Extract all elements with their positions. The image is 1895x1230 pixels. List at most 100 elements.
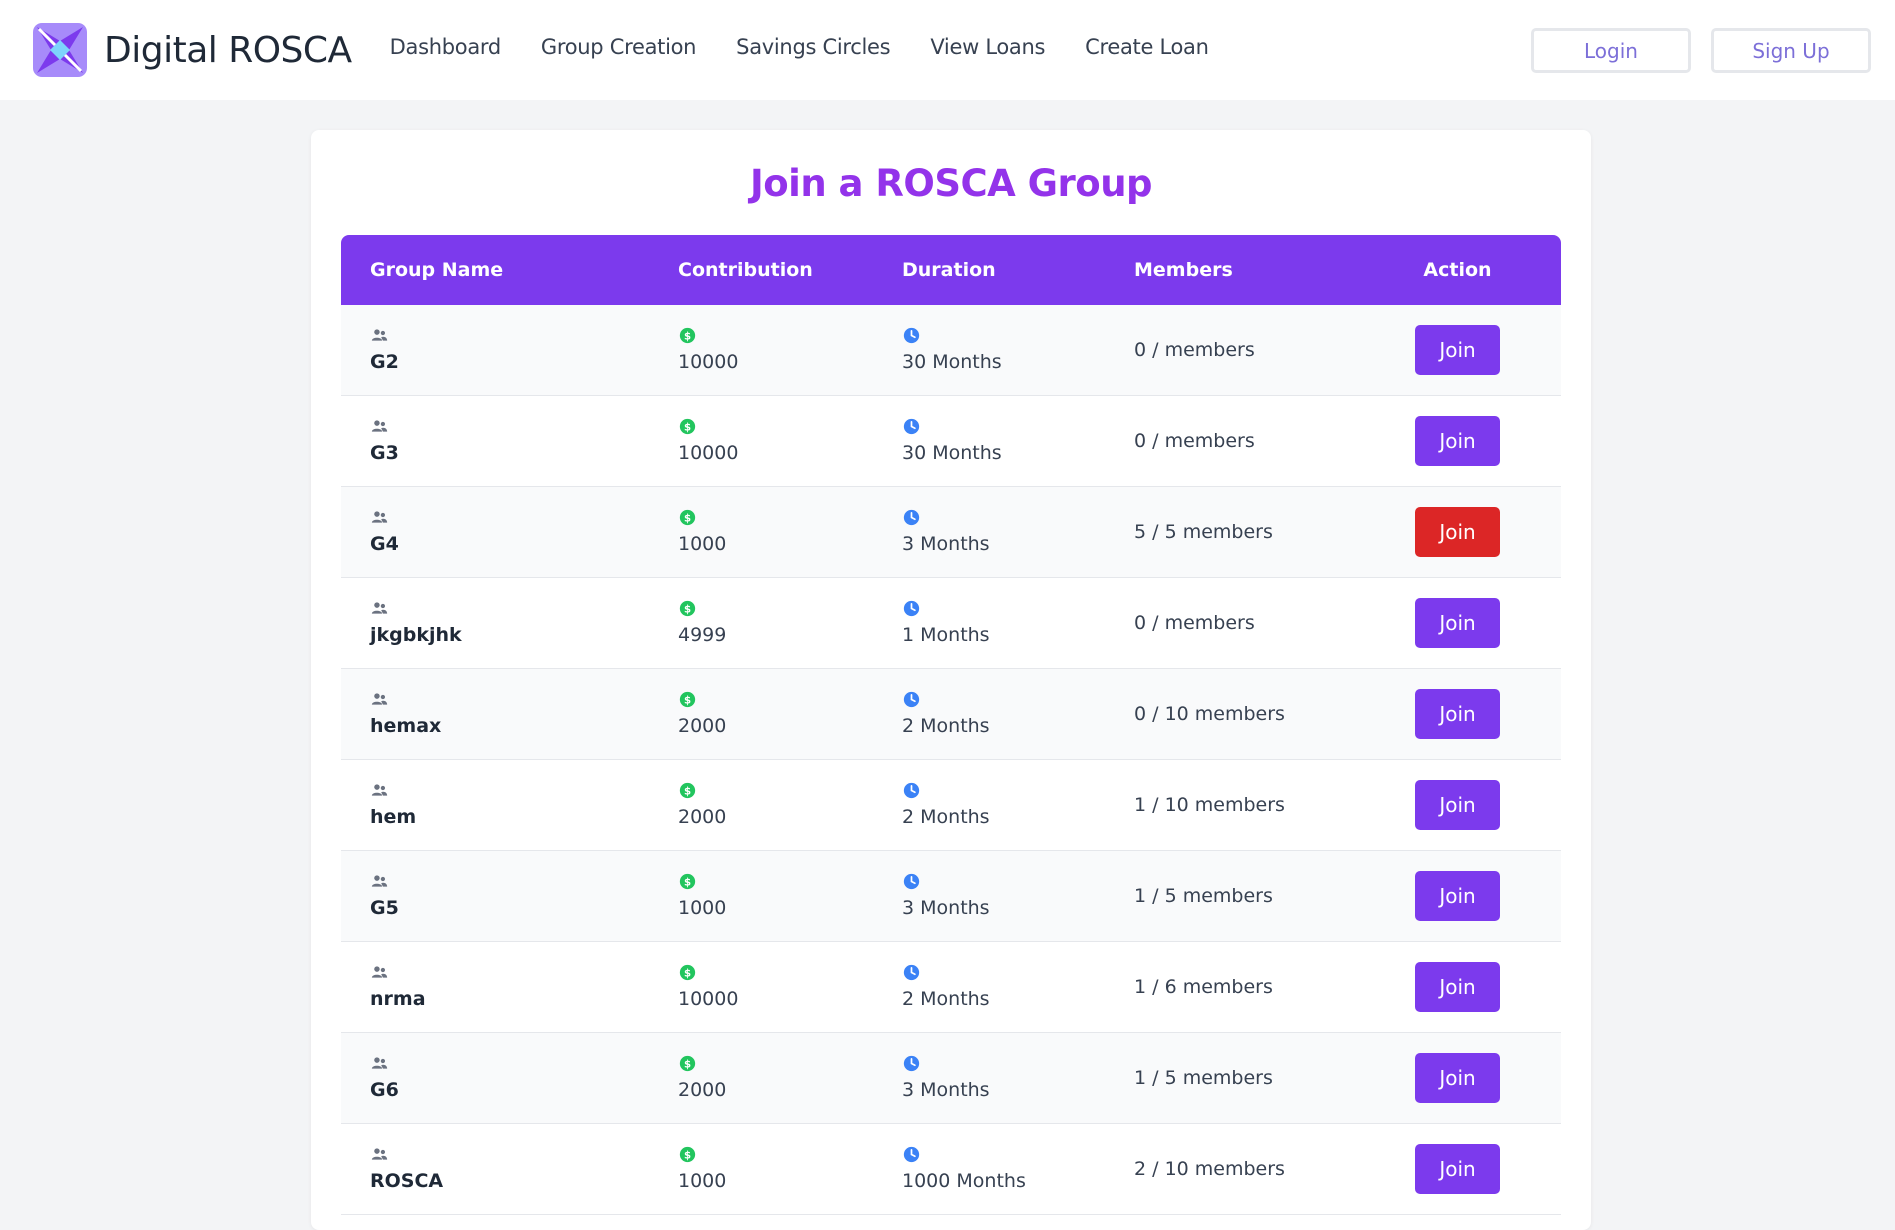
dollar-icon: $: [679, 782, 696, 799]
nav-dashboard[interactable]: Dashboard: [390, 35, 502, 59]
action-cell: Join: [1354, 1053, 1561, 1103]
members-value: 1 / 6 members: [1134, 976, 1273, 998]
header-members: Members: [1134, 259, 1233, 281]
brand-name: Digital ROSCA: [104, 29, 352, 71]
group-name-cell: G4: [341, 509, 678, 555]
svg-text:$: $: [684, 877, 691, 888]
group-name: nrma: [370, 988, 426, 1010]
action-cell: Join: [1354, 416, 1561, 466]
group-name-cell: nrma: [341, 964, 678, 1010]
dollar-icon: $: [679, 327, 696, 344]
duration-value: 2 Months: [902, 806, 990, 828]
table-row: hem $ 2000 2 Months 1 / 10 members Join: [341, 760, 1561, 851]
contribution-cell: $ 1000: [678, 1146, 902, 1192]
join-button[interactable]: Join: [1415, 325, 1500, 375]
group-name: G3: [370, 442, 399, 464]
table-row: G4 $ 1000 3 Months 5 / 5 members Join: [341, 487, 1561, 578]
group-name: ROSCA: [370, 1170, 444, 1192]
header-group-name: Group Name: [370, 259, 504, 281]
dollar-icon: $: [679, 509, 696, 526]
logo-icon: [33, 23, 87, 77]
users-icon: [371, 691, 388, 708]
group-name: G4: [370, 533, 399, 555]
nav-group-creation[interactable]: Group Creation: [541, 35, 697, 59]
duration-cell: 2 Months: [902, 691, 1134, 737]
users-icon: [371, 782, 388, 799]
duration-cell: 2 Months: [902, 964, 1134, 1010]
duration-value: 30 Months: [902, 442, 1002, 464]
members-value: 1 / 5 members: [1134, 885, 1273, 907]
nav-view-loans[interactable]: View Loans: [930, 35, 1045, 59]
group-name-cell: G2: [341, 327, 678, 373]
svg-text:$: $: [684, 968, 691, 979]
table-body: G2 $ 10000 30 Months 0 / members Join G3…: [341, 305, 1561, 1215]
users-icon: [371, 964, 388, 981]
duration-value: 3 Months: [902, 533, 990, 555]
users-icon: [371, 1146, 388, 1163]
users-icon: [371, 509, 388, 526]
action-cell: Join: [1354, 780, 1561, 830]
join-button[interactable]: Join: [1415, 416, 1500, 466]
brand[interactable]: Digital ROSCA: [31, 21, 352, 79]
clock-icon: [903, 418, 920, 435]
contribution-cell: $ 10000: [678, 327, 902, 373]
join-button[interactable]: Join: [1415, 780, 1500, 830]
join-button[interactable]: Join: [1415, 871, 1500, 921]
page-title: Join a ROSCA Group: [749, 162, 1153, 205]
dollar-icon: $: [679, 1055, 696, 1072]
login-button[interactable]: Login: [1531, 28, 1691, 73]
contribution-value: 1000: [678, 1170, 727, 1192]
members-value: 1 / 10 members: [1134, 794, 1285, 816]
navbar: Digital ROSCA Dashboard Group Creation S…: [0, 0, 1895, 100]
group-name: G6: [370, 1079, 399, 1101]
join-button[interactable]: Join: [1415, 1144, 1500, 1194]
contribution-cell: $ 2000: [678, 691, 902, 737]
header-duration: Duration: [902, 259, 996, 281]
contribution-value: 10000: [678, 351, 739, 373]
join-button[interactable]: Join: [1415, 962, 1500, 1012]
contribution-value: 4999: [678, 624, 727, 646]
dollar-icon: $: [679, 600, 696, 617]
members-value: 1 / 5 members: [1134, 1067, 1273, 1089]
duration-cell: 3 Months: [902, 873, 1134, 919]
join-button[interactable]: Join: [1415, 598, 1500, 648]
groups-table: Group Name Contribution Duration Members…: [341, 235, 1561, 1215]
clock-icon: [903, 964, 920, 981]
contribution-value: 2000: [678, 806, 727, 828]
join-button[interactable]: Join: [1415, 507, 1500, 557]
members-value: 0 / 10 members: [1134, 703, 1285, 725]
clock-icon: [903, 509, 920, 526]
table-row: G2 $ 10000 30 Months 0 / members Join: [341, 305, 1561, 396]
join-button[interactable]: Join: [1415, 689, 1500, 739]
duration-cell: 3 Months: [902, 1055, 1134, 1101]
clock-icon: [903, 691, 920, 708]
contribution-value: 2000: [678, 1079, 727, 1101]
duration-cell: 1 Months: [902, 600, 1134, 646]
nav-create-loan[interactable]: Create Loan: [1085, 35, 1209, 59]
clock-icon: [903, 782, 920, 799]
group-name: hemax: [370, 715, 442, 737]
contribution-value: 10000: [678, 442, 739, 464]
group-name: G2: [370, 351, 399, 373]
users-icon: [371, 600, 388, 617]
contribution-value: 10000: [678, 988, 739, 1010]
duration-value: 1 Months: [902, 624, 990, 646]
nav-savings-circles[interactable]: Savings Circles: [736, 35, 890, 59]
group-name-cell: G3: [341, 418, 678, 464]
signup-button[interactable]: Sign Up: [1711, 28, 1871, 73]
join-button[interactable]: Join: [1415, 1053, 1500, 1103]
clock-icon: [903, 600, 920, 617]
dollar-icon: $: [679, 1146, 696, 1163]
svg-text:$: $: [684, 604, 691, 615]
action-cell: Join: [1354, 689, 1561, 739]
group-name-cell: G5: [341, 873, 678, 919]
users-icon: [371, 327, 388, 344]
users-icon: [371, 418, 388, 435]
group-name-cell: jkgbkjhk: [341, 600, 678, 646]
svg-text:$: $: [684, 695, 691, 706]
duration-value: 2 Months: [902, 715, 990, 737]
members-value: 5 / 5 members: [1134, 521, 1273, 543]
table-row: jkgbkjhk $ 4999 1 Months 0 / members Joi…: [341, 578, 1561, 669]
duration-cell: 3 Months: [902, 509, 1134, 555]
contribution-value: 2000: [678, 715, 727, 737]
